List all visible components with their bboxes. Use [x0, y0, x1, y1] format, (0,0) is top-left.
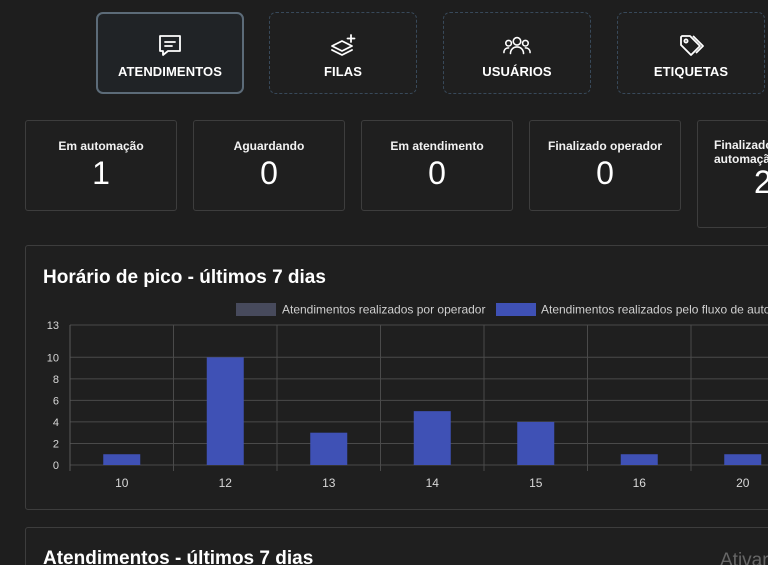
daily-side-text: Ativar [720, 550, 768, 565]
stat-finalizado-automacao: Finalizado automação 2 [697, 120, 768, 228]
legend-swatch-operador [236, 303, 276, 316]
chat-icon [156, 32, 184, 60]
layers-add-icon [329, 32, 357, 60]
x-tick-label: 10 [115, 476, 129, 490]
stat-title: Em automação [58, 139, 144, 153]
chart-bars [103, 357, 762, 465]
y-tick-label: 2 [53, 438, 59, 450]
daily-card: Atendimentos - últimos 7 dias Ativar [25, 527, 768, 565]
nav-label: FILAS [323, 63, 363, 79]
stat-aguardando: Aguardando 0 [193, 120, 345, 211]
legend-label-operador: Atendimentos realizados por operador [282, 303, 485, 317]
stat-value: 0 [596, 155, 614, 191]
stat-value: 0 [260, 155, 278, 191]
y-tick-label: 4 [53, 417, 59, 429]
chart-bar [620, 454, 658, 465]
nav-atendimentos-button[interactable]: ATENDIMENTOS [96, 12, 244, 94]
nav-label: USUÁRIOS [482, 63, 552, 79]
chart-y-ticks: 0 2 4 6 8 10 13 [47, 320, 59, 472]
chart-x-ticks: 10 12 13 14 15 16 20 [115, 476, 750, 490]
y-tick-label: 0 [53, 460, 59, 472]
y-tick-label: 8 [53, 374, 59, 386]
stat-em-automacao: Em automação 1 [25, 120, 177, 211]
nav-label: ETIQUETAS [653, 63, 729, 79]
x-tick-label: 16 [633, 476, 647, 490]
y-tick-label: 13 [47, 320, 59, 332]
stat-em-atendimento: Em atendimento 0 [361, 120, 513, 211]
chart-bar [724, 454, 762, 465]
stat-title: Finalizado automação [714, 138, 768, 166]
legend-label-automacao: Atendimentos realizados pelo fluxo de au… [541, 303, 768, 317]
nav-usuarios-button[interactable]: USUÁRIOS [443, 12, 591, 94]
chart-bar [310, 432, 348, 465]
legend-swatch-automacao [496, 303, 536, 316]
stat-title: Em atendimento [390, 139, 484, 153]
stat-value: 2 [754, 164, 768, 201]
nav-filas-button[interactable]: FILAS [269, 12, 417, 94]
chart-bar [206, 357, 244, 465]
stat-value: 0 [428, 155, 446, 191]
peak-hours-card: Horário de pico - últimos 7 dias Atendim… [25, 245, 768, 510]
peak-hours-chart: Atendimentos realizados por operador Ate… [47, 303, 768, 490]
daily-title: Atendimentos - últimos 7 dias [43, 548, 314, 565]
chart-legend: Atendimentos realizados por operador Ate… [236, 303, 768, 317]
nav-label: ATENDIMENTOS [117, 63, 222, 79]
stat-value: 1 [92, 155, 110, 191]
chart-bar [413, 411, 451, 465]
x-tick-label: 13 [322, 476, 336, 490]
stat-title: Finalizado operador [547, 139, 662, 153]
x-tick-label: 14 [426, 476, 440, 490]
users-icon [503, 32, 531, 60]
y-tick-label: 10 [47, 352, 59, 364]
chart-bar [517, 421, 555, 465]
tags-icon [677, 32, 705, 60]
x-tick-label: 12 [219, 476, 233, 490]
x-tick-label: 15 [529, 476, 543, 490]
chart-bar [103, 454, 141, 465]
nav-etiquetas-button[interactable]: ETIQUETAS [617, 12, 765, 94]
stat-title: Aguardando [233, 139, 305, 153]
stat-finalizado-operador: Finalizado operador 0 [529, 120, 681, 211]
x-tick-label: 20 [736, 476, 750, 490]
y-tick-label: 6 [53, 395, 59, 407]
